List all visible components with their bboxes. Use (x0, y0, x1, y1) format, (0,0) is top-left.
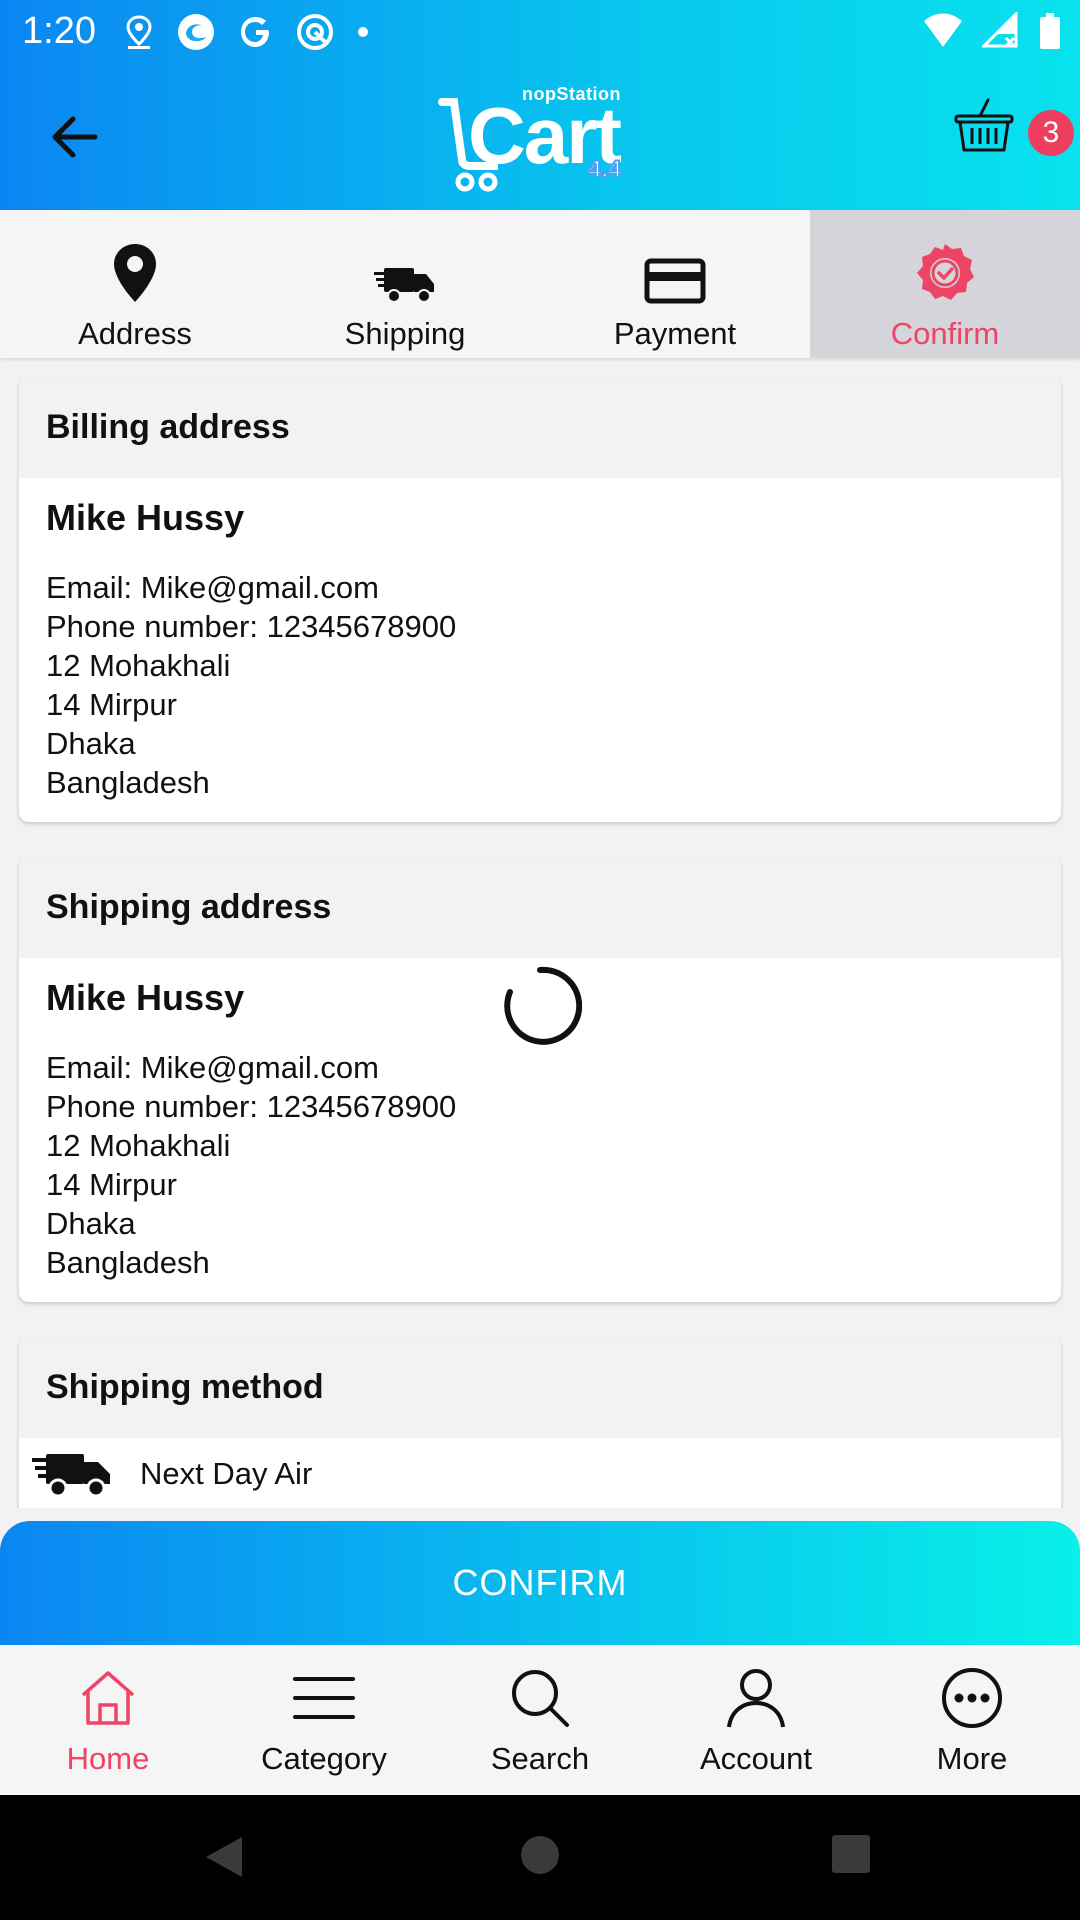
checkout-summary: Billing address Mike Hussy Email: Mike@g… (0, 358, 1080, 1508)
nav-home[interactable]: Home (0, 1645, 216, 1795)
bottom-navigation: Home Category Search Account More (0, 1645, 1080, 1795)
confirm-order-button[interactable]: CONFIRM (0, 1521, 1080, 1645)
address-line-2: 14 Mirpur (46, 687, 177, 722)
truck-icon (32, 1454, 110, 1498)
nav-label: More (936, 1741, 1008, 1776)
step-address[interactable]: Address (0, 210, 270, 358)
home-icon (81, 1671, 135, 1725)
email-line: Email: Mike@gmail.com (46, 1050, 379, 1085)
arrow-back-icon (52, 116, 98, 158)
more-icon (942, 1668, 1002, 1728)
status-system-icons (922, 12, 1062, 50)
cart-count-badge: 3 (1028, 110, 1074, 156)
confirm-badge-icon (917, 244, 974, 300)
system-navigation-bar (0, 1795, 1080, 1920)
city-line: Dhaka (46, 726, 136, 761)
back-button[interactable] (40, 102, 110, 172)
nav-account[interactable]: Account (648, 1645, 864, 1795)
status-notification-icons (124, 12, 370, 52)
truck-icon (374, 268, 434, 303)
battery-icon (1040, 13, 1060, 49)
google-icon (241, 17, 269, 47)
system-recents-icon[interactable] (830, 1833, 872, 1875)
shipping-method-row: Next Day Air (19, 1438, 1061, 1508)
nav-category[interactable]: Category (216, 1645, 432, 1795)
account-icon (727, 1669, 785, 1728)
cellular-icon (982, 12, 1018, 48)
country-line: Bangladesh (46, 1245, 210, 1280)
location-pin-icon (114, 244, 156, 302)
app-bar: nopStation Cart 4.4 3 (0, 62, 1080, 210)
credit-card-icon (644, 258, 706, 304)
country-line: Bangladesh (46, 765, 210, 800)
loading-spinner-icon (504, 966, 582, 1045)
billing-address-card: Billing address Mike Hussy Email: Mike@g… (19, 377, 1061, 822)
system-home-icon[interactable] (518, 1833, 562, 1877)
step-label: Address (78, 316, 192, 351)
system-back-icon[interactable] (202, 1833, 246, 1881)
nav-more[interactable]: More (864, 1645, 1080, 1795)
app-logo: nopStation Cart 4.4 (438, 84, 638, 194)
nav-label: Search (490, 1741, 590, 1776)
wifi-icon (924, 13, 962, 47)
status-bar: 1:20 (0, 0, 1080, 62)
card-title: Shipping method (19, 1337, 1061, 1438)
card-title: Shipping address (19, 857, 1061, 958)
city-line: Dhaka (46, 1206, 136, 1241)
dot-icon (358, 27, 368, 37)
email-line: Email: Mike@gmail.com (46, 570, 379, 605)
step-label: Confirm (890, 316, 1000, 351)
shipping-method-name: Next Day Air (140, 1456, 313, 1491)
phone-line: Phone number: 12345678900 (46, 1089, 457, 1124)
shipping-address-card: Shipping address Mike Hussy Email: Mike@… (19, 857, 1061, 1302)
step-label: Payment (613, 316, 737, 351)
vpn-icon (297, 14, 333, 50)
step-payment[interactable]: Payment (540, 210, 810, 358)
nav-label: Category (261, 1741, 387, 1776)
nav-label: Home (66, 1741, 150, 1776)
customer-name: Mike Hussy (46, 497, 245, 538)
shipping-method-card: Shipping method Next Day Air (19, 1337, 1061, 1508)
checkout-steps: Address Shipping Payment Confirm (0, 210, 1080, 358)
card-title: Billing address (19, 377, 1061, 478)
basket-icon (954, 98, 1014, 152)
logo-version: 4.4 (587, 155, 622, 184)
status-time: 1:20 (22, 10, 96, 52)
phone-line: Phone number: 12345678900 (46, 609, 457, 644)
step-confirm[interactable]: Confirm (810, 210, 1080, 358)
location-icon (126, 15, 152, 49)
address-line-1: 12 Mohakhali (46, 648, 231, 683)
address-line-2: 14 Mirpur (46, 1167, 177, 1202)
address-line-1: 12 Mohakhali (46, 1128, 231, 1163)
cart-button[interactable] (954, 98, 1030, 174)
step-label: Shipping (344, 316, 466, 351)
address-lines: Email: Mike@gmail.com Phone number: 1234… (46, 1048, 1034, 1282)
nav-label: Account (699, 1741, 812, 1776)
nav-search[interactable]: Search (432, 1645, 648, 1795)
menu-icon (293, 1677, 355, 1719)
step-shipping[interactable]: Shipping (270, 210, 540, 358)
address-lines: Email: Mike@gmail.com Phone number: 1234… (46, 568, 1034, 802)
search-icon (512, 1670, 569, 1727)
header: 1:20 nopStation Cart 4.4 3 (0, 0, 1080, 210)
edge-browser-icon (178, 14, 214, 50)
